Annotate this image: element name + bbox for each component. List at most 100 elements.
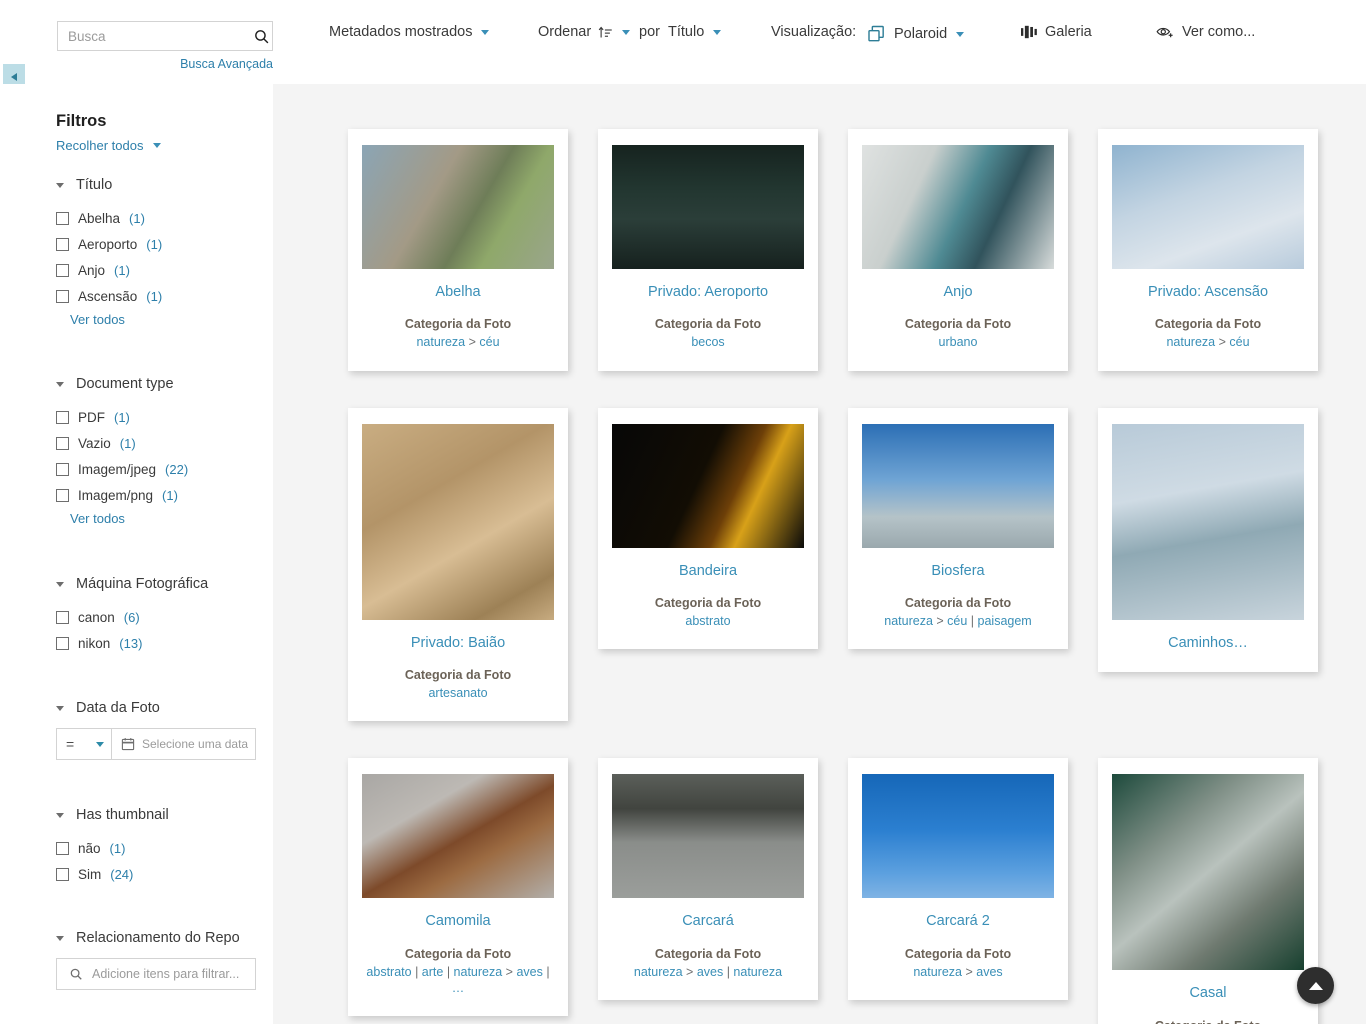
checkbox[interactable] bbox=[56, 610, 69, 624]
facet-option[interactable]: Imagem/png (1) bbox=[56, 482, 266, 508]
card-title[interactable]: Bandeira bbox=[612, 563, 804, 580]
search-box[interactable] bbox=[57, 21, 273, 51]
repo-filter-input[interactable]: Adicione itens para filtrar... bbox=[56, 958, 256, 990]
facet-option[interactable]: PDF (1) bbox=[56, 404, 266, 430]
checkbox[interactable] bbox=[56, 867, 69, 881]
card-thumbnail[interactable] bbox=[1112, 423, 1304, 620]
collapse-all-button[interactable]: Recolher todos bbox=[56, 138, 162, 153]
sort-menu[interactable]: Ordenar bbox=[538, 24, 631, 40]
facet-option[interactable]: Abelha (1) bbox=[56, 205, 266, 231]
advanced-search-link[interactable]: Busca Avançada bbox=[57, 57, 273, 71]
checkbox[interactable] bbox=[56, 211, 69, 225]
card-thumbnail[interactable] bbox=[862, 774, 1054, 899]
card-title[interactable]: Abelha bbox=[362, 284, 554, 301]
search-input[interactable] bbox=[58, 23, 251, 49]
card-thumbnail[interactable] bbox=[862, 145, 1054, 269]
facet-option[interactable]: Vazio (1) bbox=[56, 430, 266, 456]
card-title[interactable]: Casal bbox=[1112, 985, 1304, 1002]
search-icon[interactable] bbox=[251, 22, 272, 50]
see-all-link[interactable]: Ver todos bbox=[70, 312, 125, 327]
facet-option[interactable]: Imagem/jpeg (22) bbox=[56, 456, 266, 482]
card-metadata-label: Categoria da Foto bbox=[654, 596, 762, 611]
card-title[interactable]: Carcará bbox=[612, 913, 804, 930]
sort-field-menu[interactable]: Título bbox=[668, 24, 722, 40]
checkbox[interactable] bbox=[56, 488, 69, 502]
date-picker-input[interactable]: Selecione uma data bbox=[112, 729, 255, 759]
polaroid-card[interactable]: Caminhos… bbox=[1098, 407, 1318, 673]
visualization-menu[interactable]: Polaroid bbox=[866, 24, 965, 44]
card-thumbnail[interactable] bbox=[612, 423, 804, 548]
scroll-to-top-button[interactable] bbox=[1297, 967, 1334, 1004]
facet-option[interactable]: Ascensão (1) bbox=[56, 283, 266, 309]
polaroid-card[interactable]: Carcará Categoria da Foto natureza > aves … bbox=[598, 758, 818, 1000]
facet-option[interactable]: Sim (24) bbox=[56, 861, 266, 887]
card-thumbnail[interactable] bbox=[612, 145, 804, 269]
polaroid-card[interactable]: Privado: Baião Categoria da Foto artesanat… bbox=[348, 407, 568, 722]
card-thumbnail[interactable] bbox=[862, 423, 1054, 548]
card-metadata-value[interactable]: artesanato bbox=[362, 685, 554, 701]
card-metadata-value[interactable]: natureza > céu bbox=[1112, 334, 1304, 350]
polaroid-card[interactable]: Biosfera Categoria da Foto natureza > céu … bbox=[848, 407, 1068, 650]
card-title[interactable]: Caminhos… bbox=[1112, 635, 1304, 652]
date-operator-select[interactable]: = bbox=[57, 729, 112, 759]
polaroid-card[interactable]: Bandeira Categoria da Foto abstrato bbox=[598, 407, 818, 650]
card-metadata-value[interactable]: becos bbox=[612, 334, 804, 350]
facet-option[interactable]: não (1) bbox=[56, 835, 266, 861]
gallery-button[interactable]: Galeria bbox=[1021, 24, 1092, 40]
polaroid-card-slot: Biosfera Categoria da Foto natureza > céu … bbox=[833, 407, 1083, 722]
facet-header-titulo[interactable]: Título bbox=[56, 177, 266, 193]
caret-down-icon bbox=[56, 381, 64, 387]
card-title[interactable]: Privado: Baião bbox=[362, 635, 554, 652]
card-thumbnail[interactable] bbox=[362, 145, 554, 269]
card-title[interactable]: Anjo bbox=[862, 284, 1054, 301]
card-metadata-value[interactable]: natureza > aves | natureza bbox=[612, 964, 804, 980]
card-metadata-label: Categoria da Foto bbox=[654, 946, 762, 961]
checkbox[interactable] bbox=[56, 263, 69, 277]
card-title[interactable]: Privado: Aeroporto bbox=[612, 284, 804, 301]
card-thumbnail[interactable] bbox=[362, 774, 554, 899]
card-metadata-value[interactable]: urbano bbox=[862, 334, 1054, 350]
checkbox[interactable] bbox=[56, 410, 69, 424]
checkbox[interactable] bbox=[56, 436, 69, 450]
facet-header-repo-relationship[interactable]: Relacionamento do Repo bbox=[56, 930, 266, 946]
checkbox[interactable] bbox=[56, 237, 69, 251]
polaroid-card[interactable]: Privado: Ascensão Categoria da Foto nature… bbox=[1098, 129, 1318, 371]
card-metadata-value[interactable]: natureza > céu bbox=[362, 334, 554, 350]
facet-option[interactable]: nikon (13) bbox=[56, 630, 266, 656]
polaroid-card[interactable]: Carcará 2 Categoria da Foto natureza > ave… bbox=[848, 758, 1068, 1000]
card-metadata-value[interactable]: abstrato | arte | natureza > aves | … bbox=[362, 964, 554, 997]
card-metadata-value[interactable]: natureza > aves bbox=[862, 964, 1054, 980]
card-thumbnail[interactable] bbox=[612, 774, 804, 899]
checkbox[interactable] bbox=[56, 841, 69, 855]
card-metadata-value[interactable]: natureza > céu | paisagem bbox=[862, 613, 1054, 629]
polaroid-card[interactable]: Casal Categoria da Foto bbox=[1098, 758, 1318, 1024]
metadata-shown-menu[interactable]: Metadados mostrados bbox=[329, 24, 490, 40]
facet-option[interactable]: Aeroporto (1) bbox=[56, 231, 266, 257]
view-as-button[interactable]: Ver como... bbox=[1156, 24, 1255, 40]
gallery-icon bbox=[1021, 25, 1038, 39]
polaroid-card[interactable]: Abelha Categoria da Foto natureza > céu bbox=[348, 129, 568, 371]
polaroid-card[interactable]: Privado: Aeroporto Categoria da Foto becos bbox=[598, 129, 818, 371]
facet-header-document-type[interactable]: Document type bbox=[56, 376, 266, 392]
facet-header-photo-date[interactable]: Data da Foto bbox=[56, 700, 266, 716]
card-title[interactable]: Privado: Ascensão bbox=[1112, 284, 1304, 301]
filters-title: Filtros bbox=[56, 112, 107, 130]
card-thumbnail[interactable] bbox=[362, 423, 554, 620]
facet-header-camera[interactable]: Máquina Fotográfica bbox=[56, 576, 266, 592]
card-title[interactable]: Carcará 2 bbox=[862, 913, 1054, 930]
polaroid-card[interactable]: Anjo Categoria da Foto urbano bbox=[848, 129, 1068, 371]
facet-option[interactable]: Anjo (1) bbox=[56, 257, 266, 283]
card-thumbnail[interactable] bbox=[1112, 145, 1304, 269]
facet-name: Data da Foto bbox=[76, 700, 160, 716]
facet-option[interactable]: canon (6) bbox=[56, 604, 266, 630]
facet-header-has-thumbnail[interactable]: Has thumbnail bbox=[56, 807, 266, 823]
card-title[interactable]: Camomila bbox=[362, 913, 554, 930]
card-thumbnail[interactable] bbox=[1112, 774, 1304, 971]
checkbox[interactable] bbox=[56, 462, 69, 476]
see-all-link[interactable]: Ver todos bbox=[70, 511, 125, 526]
checkbox[interactable] bbox=[56, 636, 69, 650]
card-metadata-value[interactable]: abstrato bbox=[612, 613, 804, 629]
card-title[interactable]: Biosfera bbox=[862, 563, 1054, 580]
polaroid-card[interactable]: Camomila Categoria da Foto abstrato | arte… bbox=[348, 758, 568, 1017]
checkbox[interactable] bbox=[56, 289, 69, 303]
